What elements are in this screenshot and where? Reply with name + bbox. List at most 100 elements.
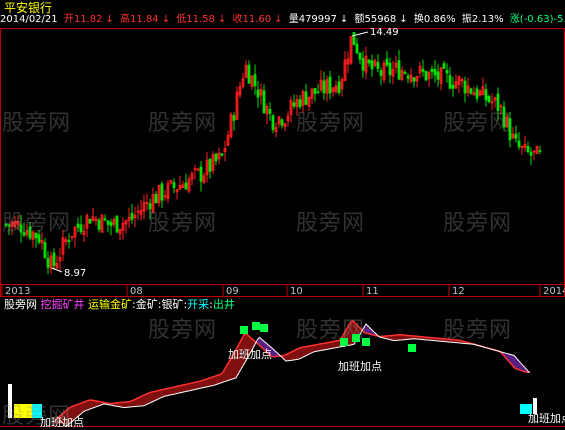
- candle-down: [475, 88, 479, 99]
- candle-down: [358, 52, 362, 60]
- candle-down: [220, 153, 224, 156]
- candle-down: [397, 60, 401, 80]
- candle-down: [352, 31, 356, 46]
- candle-down: [376, 62, 380, 70]
- candle-down: [322, 80, 326, 94]
- candle-down: [115, 215, 119, 233]
- price-panel-frame: [0, 28, 565, 297]
- candle-down: [130, 212, 134, 220]
- candle-down: [361, 58, 365, 71]
- candle-down: [268, 108, 272, 114]
- candle-down: [385, 58, 389, 66]
- candle-down: [379, 70, 383, 76]
- candle-down: [247, 64, 251, 84]
- line-name: 开采: [187, 298, 210, 311]
- candle-down: [46, 258, 50, 268]
- candle-down: [367, 59, 371, 64]
- candle-down: [154, 194, 158, 204]
- watermark: 股旁网: [2, 111, 72, 136]
- candle-down: [403, 71, 407, 74]
- line-name: 出井: [212, 298, 235, 311]
- candle-down: [292, 102, 296, 107]
- watermark: 股旁网: [443, 111, 513, 136]
- signal-block: [260, 324, 268, 332]
- watermark: 股旁网: [296, 318, 366, 343]
- candle-down: [487, 95, 491, 102]
- stock-chart-window: 平安银行 2014/02/21 开11.82 ↓ 高11.84 ↓ 低11.58 ↓ …: [0, 0, 565, 429]
- candle-down: [253, 74, 257, 87]
- candle-down: [337, 81, 341, 94]
- candle-down: [328, 76, 332, 94]
- watermark: 股旁网: [2, 211, 72, 236]
- candle-down: [43, 242, 47, 259]
- candle-down: [430, 68, 434, 72]
- candle-down: [97, 219, 101, 230]
- candle-down: [529, 151, 533, 156]
- candle-down: [526, 145, 530, 152]
- watermark: 股旁网: [148, 111, 218, 136]
- candle-down: [442, 63, 446, 69]
- candle-down: [106, 220, 110, 225]
- candle-down: [208, 158, 212, 172]
- candle-down: [88, 218, 92, 224]
- line-name: 金矿: [135, 298, 158, 311]
- candle-down: [388, 62, 392, 75]
- low-marker-label: 8.97: [64, 268, 86, 279]
- line-name: 银矿: [161, 298, 184, 311]
- signal-label: 加班加点: [40, 416, 84, 429]
- signal-block: [240, 326, 248, 334]
- signal-label: 加班加点: [228, 348, 272, 361]
- indicator-title-bar: 股旁网 挖掘矿井 运输金矿:金矿:银矿:开采:出井: [4, 298, 235, 311]
- candle-down: [448, 75, 452, 89]
- candle-down: [232, 115, 236, 121]
- candle-down: [538, 150, 542, 153]
- candle-down: [304, 91, 308, 105]
- candle-down: [313, 88, 317, 94]
- indicator-name: 股旁网: [4, 298, 37, 311]
- candle-down: [406, 75, 410, 79]
- candle-down: [514, 133, 518, 139]
- time-tick-label: 2013: [5, 286, 30, 297]
- candle-down: [79, 224, 83, 233]
- candle-down: [421, 68, 425, 72]
- signal-label: 加班加点: [528, 412, 565, 425]
- time-tick-label: 12: [452, 286, 465, 297]
- candle-down: [214, 153, 218, 162]
- candle-down: [355, 43, 359, 54]
- watermark: 股旁网: [148, 211, 218, 236]
- candle-down: [160, 183, 164, 201]
- candle-down: [52, 252, 56, 266]
- time-tick-label: 08: [130, 286, 143, 297]
- time-tick-label: 11: [366, 286, 379, 297]
- signal-block: [408, 344, 416, 352]
- time-tick-label: 10: [290, 286, 303, 297]
- candle-down: [172, 182, 176, 189]
- candle-down: [424, 70, 428, 81]
- candle-down: [517, 140, 521, 148]
- candle-down: [316, 91, 320, 94]
- high-marker-label: 14.49: [370, 27, 399, 38]
- candle-down: [103, 218, 107, 221]
- time-tick-label: 09: [226, 286, 239, 297]
- watermark: 股旁网: [443, 211, 513, 236]
- candle-down: [433, 68, 437, 76]
- candle-down: [280, 119, 284, 126]
- candle-down: [436, 71, 440, 80]
- candle-down: [76, 223, 80, 228]
- candle-down: [469, 88, 473, 94]
- candle-down: [271, 115, 275, 130]
- candle-down: [67, 240, 71, 243]
- candle-down: [451, 84, 455, 89]
- candle-down: [262, 90, 266, 114]
- formula-name[interactable]: 挖掘矿井: [41, 298, 85, 311]
- time-tick-label: 2014: [543, 286, 565, 297]
- watermark: 股旁网: [443, 318, 513, 343]
- candle-down: [412, 77, 416, 82]
- watermark: 股旁网: [148, 318, 218, 343]
- watermark: 股旁网: [296, 111, 366, 136]
- candle-down: [463, 80, 467, 94]
- signal-label: 加班加点: [338, 360, 382, 373]
- candle-down: [484, 89, 488, 101]
- candle-down: [256, 89, 260, 98]
- candle-down: [199, 166, 203, 182]
